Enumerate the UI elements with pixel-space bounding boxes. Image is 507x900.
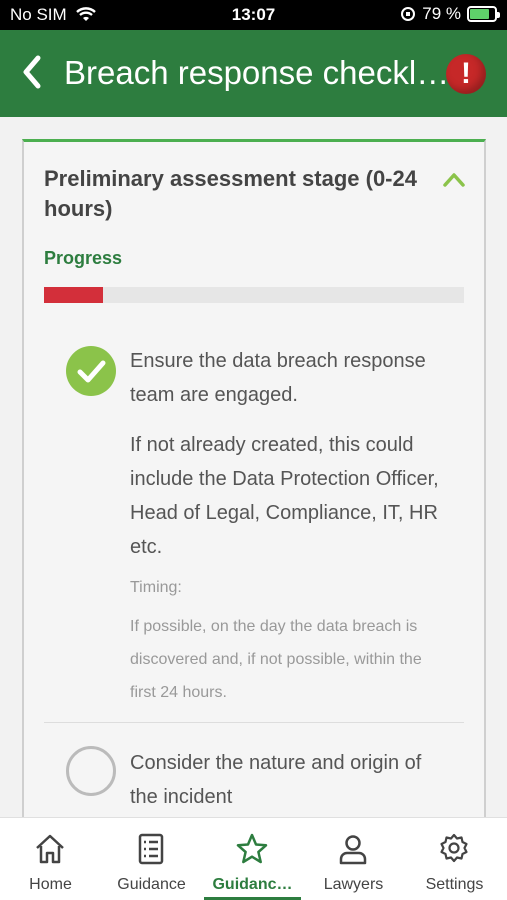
tab-label: Guidance <box>117 876 186 893</box>
alert-icon[interactable]: ! <box>446 54 486 94</box>
app-header: Breach response checkl… ! <box>0 30 507 117</box>
progress-label: Progress <box>44 248 123 268</box>
checkmark-icon <box>77 360 106 383</box>
back-chevron-icon[interactable] <box>14 50 50 94</box>
checklist-item-text: Consider the nature and origin of the in… <box>130 752 422 808</box>
tab-bar: Home Guidance Guidanc… Lawyers Settings <box>0 817 507 900</box>
tab-label: Lawyers <box>323 876 384 893</box>
tab-guidance[interactable]: Guidance <box>101 818 202 900</box>
orientation-lock-icon <box>401 7 416 21</box>
tab-lawyers[interactable]: Lawyers <box>303 818 404 900</box>
status-bar: No SIM 13:07 79 % <box>0 0 507 30</box>
person-icon <box>339 835 367 865</box>
checklist-item-text: Ensure the data breach response team are… <box>130 350 426 406</box>
checklist-item-note: If not already created, this could inclu… <box>130 434 439 558</box>
battery-percent: 79 % <box>422 4 461 23</box>
tab-guidance-favourites[interactable]: Guidanc… <box>202 818 303 900</box>
progress-bar <box>44 287 464 303</box>
divider <box>44 722 464 723</box>
tab-label: Settings <box>425 876 484 893</box>
home-icon <box>36 834 64 864</box>
main-content: Preliminary assessment stage (0-24 hours… <box>0 117 507 817</box>
tab-label: Home <box>29 876 72 893</box>
list-icon <box>138 833 164 865</box>
tab-label: Guidanc… <box>212 876 293 893</box>
battery-icon <box>467 6 500 22</box>
progress-fill <box>44 287 103 303</box>
star-icon <box>236 833 268 864</box>
timing-text: If possible, on the day the data breach … <box>130 618 422 701</box>
gear-icon <box>440 833 468 863</box>
tab-home[interactable]: Home <box>0 818 101 900</box>
checkbox-checked[interactable] <box>66 346 116 396</box>
timing-label: Timing: <box>130 579 182 596</box>
checkbox-unchecked[interactable] <box>66 746 116 796</box>
chevron-up-icon[interactable] <box>442 170 466 188</box>
stage-title[interactable]: Preliminary assessment stage (0-24 hours… <box>44 164 424 224</box>
stage-card: Preliminary assessment stage (0-24 hours… <box>22 139 486 817</box>
tab-settings[interactable]: Settings <box>404 818 505 900</box>
page-title: Breach response checkl… <box>64 54 450 91</box>
